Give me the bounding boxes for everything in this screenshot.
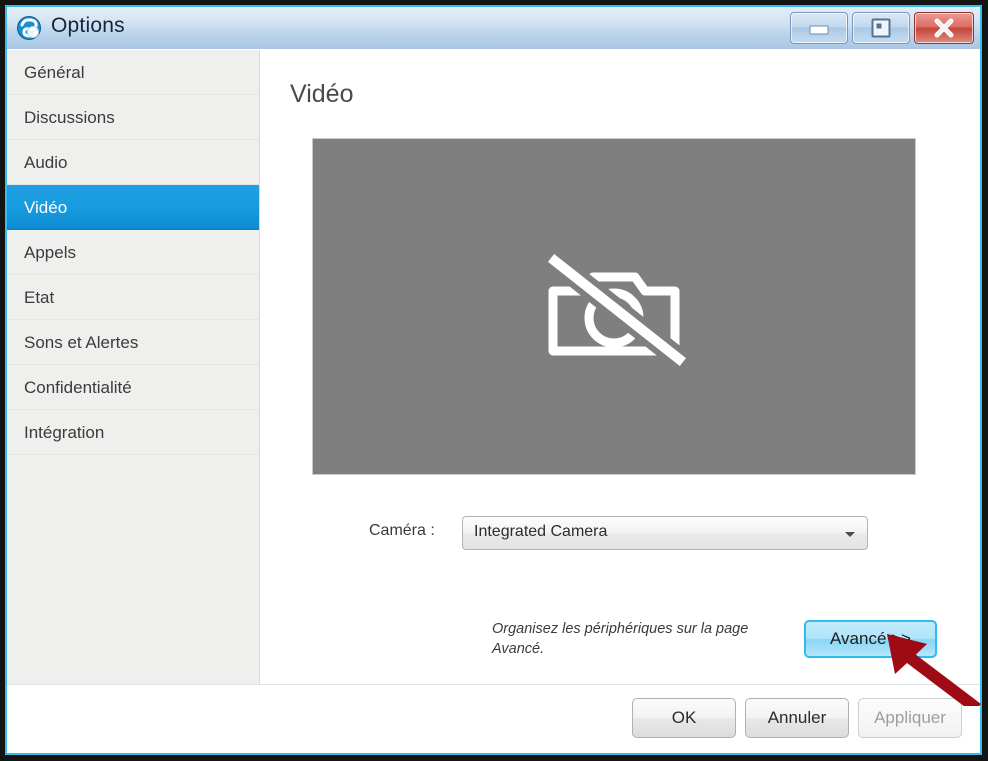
window-inner-frame: Options Général Discussions Audio Vidéo … [5,5,982,755]
camera-preview-area [312,138,916,475]
apply-button: Appliquer [858,698,962,738]
window-title: Options [51,14,125,37]
camera-disabled-icon [539,245,695,374]
sidebar-item-label: Discussions [24,108,115,127]
sidebar-item-discussions[interactable]: Discussions [7,95,259,140]
camera-select-value: Integrated Camera [474,523,608,540]
window-controls [790,12,974,44]
sidebar-item-label: Vidéo [24,198,68,217]
chevron-down-icon [845,532,855,537]
minimize-button[interactable] [790,12,848,44]
sidebar-item-etat[interactable]: Etat [7,275,259,320]
camera-label: Caméra : [369,522,435,539]
sidebar-item-label: Général [24,63,85,82]
sidebar-item-integration[interactable]: Intégration [7,410,259,455]
sidebar-item-label: Confidentialité [24,378,132,397]
sidebar-item-video[interactable]: Vidéo [7,185,259,230]
dialog-body: Général Discussions Audio Vidéo Appels E… [7,50,980,696]
camera-selector-row: Caméra : Integrated Camera [261,516,980,550]
advanced-button[interactable]: Avancé >> [804,620,937,658]
sidebar-item-appels[interactable]: Appels [7,230,259,275]
ok-button[interactable]: OK [632,698,736,738]
minimize-icon [809,25,829,35]
skype-logo-icon [16,15,42,41]
page-title: Vidéo [290,80,354,108]
sidebar-item-label: Appels [24,243,76,262]
title-bar[interactable]: Options [7,7,980,50]
settings-sidebar: Général Discussions Audio Vidéo Appels E… [7,50,260,695]
footer-button-group: OK Annuler Appliquer [632,698,962,738]
close-icon [933,17,955,39]
video-settings-panel: Vidéo Caméra : Integrated Camera Organis… [261,50,980,696]
sidebar-item-label: Audio [24,153,68,172]
sidebar-item-sons-et-alertes[interactable]: Sons et Alertes [7,320,259,365]
sidebar-item-general[interactable]: Général [7,50,259,95]
restore-icon [871,18,891,38]
sidebar-item-label: Intégration [24,423,105,442]
camera-select[interactable]: Integrated Camera [462,516,868,550]
advanced-hint-text: Organisez les périphériques sur la page … [492,621,749,657]
sidebar-item-label: Sons et Alertes [24,333,139,352]
sidebar-item-label: Etat [24,288,55,307]
dialog-footer: OK Annuler Appliquer [7,684,980,753]
restore-button[interactable] [852,12,910,44]
sidebar-item-audio[interactable]: Audio [7,140,259,185]
sidebar-item-confidentialite[interactable]: Confidentialité [7,365,259,410]
close-button[interactable] [914,12,974,44]
cancel-button[interactable]: Annuler [745,698,849,738]
options-window: Options Général Discussions Audio Vidéo … [0,0,988,761]
